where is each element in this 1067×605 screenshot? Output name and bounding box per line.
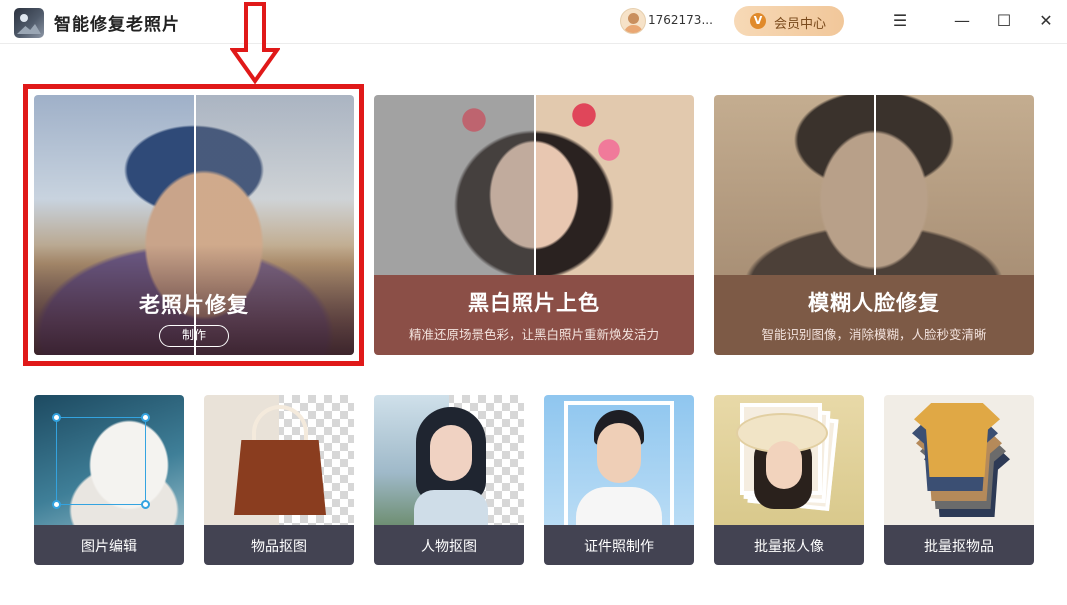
tool-label: 证件照制作	[584, 539, 654, 555]
compare-divider	[534, 95, 536, 275]
id-photo-thumbnail	[544, 395, 694, 527]
make-button[interactable]: 制作	[159, 325, 229, 347]
batch-portrait-thumbnail	[714, 395, 864, 525]
card-title: 模糊人脸修复	[808, 291, 940, 315]
colorize-photo-card[interactable]: 黑白照片上色 精准还原场景色彩，让黑白照片重新焕发活力	[374, 95, 694, 355]
card-subtitle: 智能识别图像，消除模糊，人脸秒变清晰	[761, 327, 987, 342]
tool-label: 人物抠图	[421, 539, 477, 555]
vip-center-label: 会员中心	[774, 17, 827, 32]
tool-batch-portrait-cutout[interactable]: 批量抠人像	[714, 395, 864, 565]
old-photo-restore-card[interactable]: 老照片修复 制作	[34, 95, 354, 355]
user-avatar-icon[interactable]	[620, 8, 646, 34]
vip-icon: V	[750, 13, 766, 29]
crop-frame	[52, 413, 150, 509]
tool-batch-object-cutout[interactable]: 批量抠物品	[884, 395, 1034, 565]
vip-center-button[interactable]: V 会员中心	[734, 6, 844, 36]
minimize-icon[interactable]: —	[950, 10, 974, 34]
face-restore-card[interactable]: 模糊人脸修复 智能识别图像，消除模糊，人脸秒变清晰	[714, 95, 1034, 355]
cat-thumbnail	[34, 395, 184, 525]
user-id[interactable]: 1762173...	[648, 13, 713, 27]
close-icon[interactable]: ✕	[1034, 10, 1058, 34]
tool-id-photo[interactable]: 证件照制作	[544, 395, 694, 565]
app-title: 智能修复老照片	[54, 15, 180, 35]
tool-label: 物品抠图	[251, 539, 307, 555]
portrait-thumbnail	[374, 395, 524, 525]
app-logo-icon	[14, 8, 44, 38]
tool-object-cutout[interactable]: 物品抠图	[204, 395, 354, 565]
maximize-icon[interactable]: ☐	[992, 10, 1016, 34]
tool-label: 图片编辑	[81, 539, 137, 555]
tool-label: 批量抠人像	[754, 539, 824, 555]
batch-object-thumbnail	[884, 395, 1034, 525]
tool-image-edit[interactable]: 图片编辑	[34, 395, 184, 565]
card-title: 黑白照片上色	[468, 291, 600, 315]
title-bar: 智能修复老照片 1762173... V 会员中心 ☰ — ☐ ✕	[0, 0, 1067, 44]
compare-divider	[874, 95, 876, 275]
down-arrow-icon	[230, 2, 280, 84]
card-title: 老照片修复	[139, 293, 249, 317]
card-subtitle: 精准还原场景色彩，让黑白照片重新焕发活力	[408, 327, 659, 342]
tool-portrait-cutout[interactable]: 人物抠图	[374, 395, 524, 565]
menu-icon[interactable]: ☰	[888, 10, 912, 34]
tool-label: 批量抠物品	[924, 539, 994, 555]
bag-thumbnail	[204, 395, 354, 525]
